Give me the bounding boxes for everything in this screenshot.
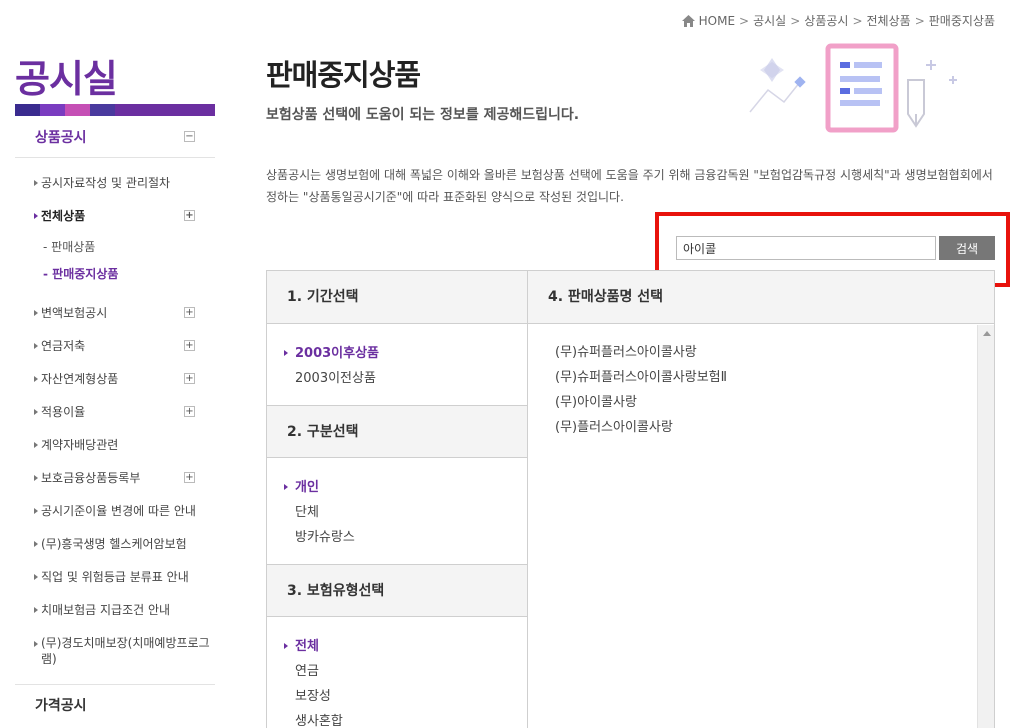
- sidebar-item[interactable]: 변액보험공시 +: [15, 300, 215, 333]
- sidebar-item-label: 연금저축: [41, 339, 86, 353]
- arrow-right-icon: [34, 343, 38, 349]
- expand-icon[interactable]: +: [184, 210, 195, 221]
- sidebar-item[interactable]: 보호금융상품등록부 +: [15, 465, 215, 498]
- arrow-right-icon: [34, 310, 38, 316]
- arrow-right-icon: [34, 442, 38, 448]
- description-text: 상품공시는 생명보험에 대해 폭넓은 이해와 올바른 보험상품 선택에 도움을 …: [266, 168, 993, 204]
- product-item[interactable]: (무)플러스아이콜사랑: [555, 415, 994, 440]
- type-option-protection[interactable]: 보장성: [267, 684, 527, 709]
- search-button[interactable]: 검색: [939, 236, 995, 260]
- expand-icon[interactable]: +: [184, 406, 195, 417]
- arrow-right-icon: [34, 574, 38, 580]
- sidebar-subitem-on-sale[interactable]: - 판매상품: [15, 236, 215, 263]
- sidebar-item-label: 자산연계형상품: [41, 372, 119, 386]
- sidebar-subitem-label: 판매중지상품: [52, 267, 119, 281]
- arrow-right-icon: [34, 475, 38, 481]
- expand-icon[interactable]: +: [184, 373, 195, 384]
- period-option-before-2003[interactable]: 2003이전상품: [267, 366, 527, 391]
- breadcrumb-item[interactable]: 공시실: [753, 12, 786, 29]
- breadcrumb-item[interactable]: 상품공시: [804, 12, 848, 29]
- product-list: (무)슈퍼플러스아이콜사랑 (무)슈퍼플러스아이콜사랑보험Ⅱ (무)아이콜사랑 …: [528, 324, 994, 440]
- sidebar-item[interactable]: (무)흥국생명 헬스케어암보험: [15, 531, 215, 564]
- sidebar-item-label: 공시기준이율 변경에 따른 안내: [41, 504, 196, 518]
- breadcrumb-separator: >: [914, 13, 925, 28]
- period-option-after-2003[interactable]: 2003이후상품: [267, 341, 527, 366]
- product-item[interactable]: (무)슈퍼플러스아이콜사랑: [555, 340, 994, 365]
- arrow-right-icon: [34, 376, 38, 382]
- type-option-pension[interactable]: 연금: [267, 659, 527, 684]
- category-option-group[interactable]: 단체: [267, 500, 527, 525]
- sidebar-item[interactable]: 공시기준이율 변경에 따른 안내: [15, 498, 215, 531]
- scroll-up-icon[interactable]: [983, 331, 991, 336]
- filter-column: 1. 기간선택 2003이후상품 2003이전상품 2. 구분선택 개인 단체 …: [267, 271, 528, 728]
- arrow-right-icon: [34, 409, 38, 415]
- sidebar-item[interactable]: 적용이율 +: [15, 399, 215, 432]
- sidebar-item-label: 치매보험금 지급조건 안내: [41, 603, 171, 617]
- collapse-icon[interactable]: −: [184, 131, 195, 142]
- arrow-right-icon: [34, 180, 38, 186]
- breadcrumb-separator: >: [790, 13, 801, 28]
- expand-icon[interactable]: +: [184, 307, 195, 318]
- breadcrumb: HOME > 공시실 > 상품공시 > 전체상품 > 판매중지상품: [681, 12, 995, 29]
- sidebar-head-label: 상품공시: [35, 129, 87, 146]
- sidebar-item-label: 변액보험공시: [41, 306, 108, 320]
- sidebar-item[interactable]: 연금저축 +: [15, 333, 215, 366]
- product-list-scrollbar[interactable]: [977, 325, 994, 728]
- section-header-category: 2. 구분선택: [267, 405, 527, 458]
- type-option-mixed[interactable]: 생사혼합: [267, 709, 527, 728]
- sidebar-decoration-strip: [15, 104, 215, 116]
- sidebar-item[interactable]: 계약자배당관련: [15, 432, 215, 465]
- sidebar-item-label: 적용이율: [41, 405, 86, 419]
- sidebar-item-label: 계약자배당관련: [41, 438, 119, 452]
- arrow-right-icon: [34, 213, 38, 219]
- sidebar-item-price-disclosure[interactable]: 가격공시: [15, 684, 215, 728]
- sidebar-item-label: 보호금융상품등록부: [41, 471, 141, 485]
- page-subtitle: 보험상품 선택에 도움이 되는 정보를 제공해드립니다.: [266, 107, 580, 123]
- sidebar-item[interactable]: 공시자료작성 및 관리절차: [15, 170, 215, 203]
- category-options: 개인 단체 방카슈랑스: [267, 458, 527, 564]
- search-input[interactable]: [676, 236, 936, 260]
- sidebar-item-label: 공시자료작성 및 관리절차: [41, 176, 171, 190]
- sidebar-title: 공시실: [15, 57, 118, 101]
- sidebar-item-label: 전체상품: [41, 209, 86, 223]
- product-item[interactable]: (무)아이콜사랑: [555, 390, 994, 415]
- home-icon[interactable]: [681, 14, 695, 27]
- section-header-products: 4. 판매상품명 선택: [528, 271, 994, 324]
- type-options: 전체 연금 보장성 생사혼합: [267, 617, 527, 728]
- sidebar-item[interactable]: 치매보험금 지급조건 안내: [15, 597, 215, 630]
- expand-icon[interactable]: +: [184, 472, 195, 483]
- sidebar-item[interactable]: 자산연계형상품 +: [15, 366, 215, 399]
- product-item[interactable]: (무)슈퍼플러스아이콜사랑보험Ⅱ: [555, 365, 994, 390]
- sidebar-list: 공시자료작성 및 관리절차 전체상품 + - 판매상품 - 판매중지상품 변액보험…: [15, 170, 215, 674]
- document-illustration-icon: [749, 43, 957, 133]
- breadcrumb-home[interactable]: HOME: [699, 14, 735, 28]
- product-column: 4. 판매상품명 선택 (무)슈퍼플러스아이콜사랑 (무)슈퍼플러스아이콜사랑보…: [528, 271, 994, 728]
- breadcrumb-current: 판매중지상품: [928, 14, 995, 28]
- breadcrumb-separator: >: [852, 13, 863, 28]
- sidebar-item-label: (무)경도치매보장(치매예방프로그램): [41, 636, 210, 666]
- section-header-period: 1. 기간선택: [267, 271, 527, 324]
- sidebar-head-product-disclosure[interactable]: 상품공시 −: [15, 116, 215, 158]
- expand-icon[interactable]: +: [184, 340, 195, 351]
- breadcrumb-item[interactable]: 전체상품: [867, 12, 911, 29]
- arrow-right-icon: [34, 541, 38, 547]
- arrow-right-icon: [34, 508, 38, 514]
- sidebar-subitem-label: 판매상품: [51, 240, 96, 254]
- sidebar-item[interactable]: (무)경도치매보장(치매예방프로그램): [15, 630, 215, 674]
- sidebar-item-label: (무)흥국생명 헬스케어암보험: [41, 537, 187, 551]
- type-option-all[interactable]: 전체: [267, 634, 527, 659]
- period-options: 2003이후상품 2003이전상품: [267, 324, 527, 405]
- category-option-individual[interactable]: 개인: [267, 475, 527, 500]
- arrow-right-icon: [34, 641, 38, 647]
- sidebar-item-label: 직업 및 위험등급 분류표 안내: [41, 570, 189, 584]
- breadcrumb-separator: >: [739, 13, 750, 28]
- sidebar-item[interactable]: 직업 및 위험등급 분류표 안내: [15, 564, 215, 597]
- category-option-bancassurance[interactable]: 방카슈랑스: [267, 525, 527, 550]
- page-title: 판매중지상품: [266, 58, 421, 92]
- sidebar-subitem-discontinued[interactable]: - 판매중지상품: [15, 263, 215, 290]
- product-selection-panel: 1. 기간선택 2003이후상품 2003이전상품 2. 구분선택 개인 단체 …: [266, 270, 995, 728]
- arrow-right-icon: [34, 607, 38, 613]
- sidebar-item-all-products[interactable]: 전체상품 +: [15, 203, 215, 236]
- section-header-insurance-type: 3. 보험유형선택: [267, 564, 527, 617]
